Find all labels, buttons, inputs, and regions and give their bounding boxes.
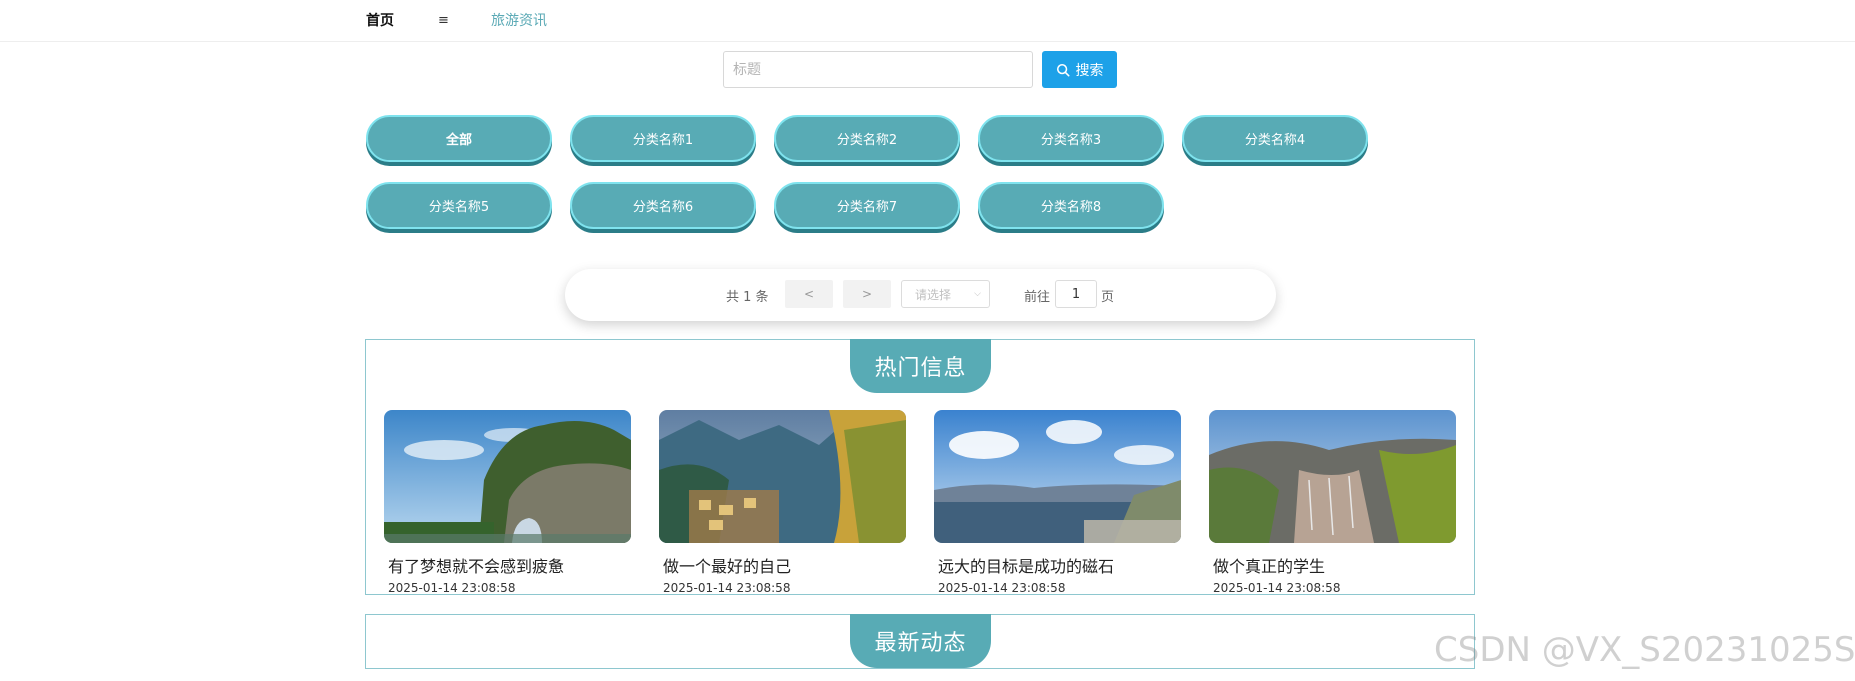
latest-news-title: 最新动态: [850, 614, 991, 668]
card-title[interactable]: 有了梦想就不会感到疲惫: [384, 553, 631, 577]
card-title[interactable]: 做个真正的学生: [1209, 553, 1456, 577]
card-image[interactable]: [384, 410, 631, 543]
latest-news-section: 最新动态: [365, 614, 1475, 669]
card-image[interactable]: [934, 410, 1181, 543]
goto-page-input[interactable]: [1055, 280, 1097, 308]
pagination: 共 1 条 < > 请选择 ⌵ 前往 页: [565, 269, 1276, 321]
hot-info-title: 热门信息: [850, 339, 991, 393]
info-card[interactable]: 做一个最好的自己 2025-01-14 23:08:58: [659, 410, 906, 595]
page-size-select[interactable]: 请选择 ⌵: [901, 280, 990, 308]
top-nav: 首页 ≡ 旅游资讯: [0, 0, 1855, 42]
category-4[interactable]: 分类名称4: [1182, 115, 1368, 162]
card-title[interactable]: 做一个最好的自己: [659, 553, 906, 577]
category-8[interactable]: 分类名称8: [978, 182, 1164, 229]
category-all[interactable]: 全部: [366, 115, 552, 162]
next-page-button[interactable]: >: [843, 280, 891, 308]
pagination-total: 共 1 条: [726, 290, 769, 305]
chevron-down-icon: ⌵: [974, 289, 981, 299]
category-7[interactable]: 分类名称7: [774, 182, 960, 229]
nav-home[interactable]: 首页: [366, 12, 394, 30]
search-icon: [1056, 63, 1069, 76]
card-time: 2025-01-14 23:08:58: [388, 581, 516, 595]
prev-page-button[interactable]: <: [785, 280, 833, 308]
watermark: CSDN @VX_S20231025S: [1434, 630, 1855, 670]
search-button-label: 搜索: [1075, 62, 1104, 79]
card-time: 2025-01-14 23:08:58: [938, 581, 1066, 595]
page-size-placeholder: 请选择: [915, 287, 952, 302]
search-button[interactable]: 搜索: [1042, 51, 1117, 88]
menu-icon[interactable]: ≡: [438, 12, 449, 30]
hot-info-section: 热门信息 有了梦想就不会感到疲惫 2025-01-14 23:08:58 做一个…: [365, 339, 1475, 595]
page-unit-label: 页: [1101, 290, 1115, 305]
category-3[interactable]: 分类名称3: [978, 115, 1164, 162]
search-input[interactable]: [723, 51, 1033, 88]
info-card[interactable]: 有了梦想就不会感到疲惫 2025-01-14 23:08:58: [384, 410, 631, 595]
category-5[interactable]: 分类名称5: [366, 182, 552, 229]
category-6[interactable]: 分类名称6: [570, 182, 756, 229]
card-time: 2025-01-14 23:08:58: [663, 581, 791, 595]
nav-travel-news[interactable]: 旅游资讯: [491, 12, 547, 30]
card-time: 2025-01-14 23:08:58: [1213, 581, 1341, 595]
category-1[interactable]: 分类名称1: [570, 115, 756, 162]
card-image[interactable]: [659, 410, 906, 543]
category-2[interactable]: 分类名称2: [774, 115, 960, 162]
info-card[interactable]: 做个真正的学生 2025-01-14 23:08:58: [1209, 410, 1456, 595]
goto-label: 前往: [1024, 290, 1051, 305]
card-image[interactable]: [1209, 410, 1456, 543]
card-title[interactable]: 远大的目标是成功的磁石: [934, 553, 1181, 577]
info-card[interactable]: 远大的目标是成功的磁石 2025-01-14 23:08:58: [934, 410, 1181, 595]
